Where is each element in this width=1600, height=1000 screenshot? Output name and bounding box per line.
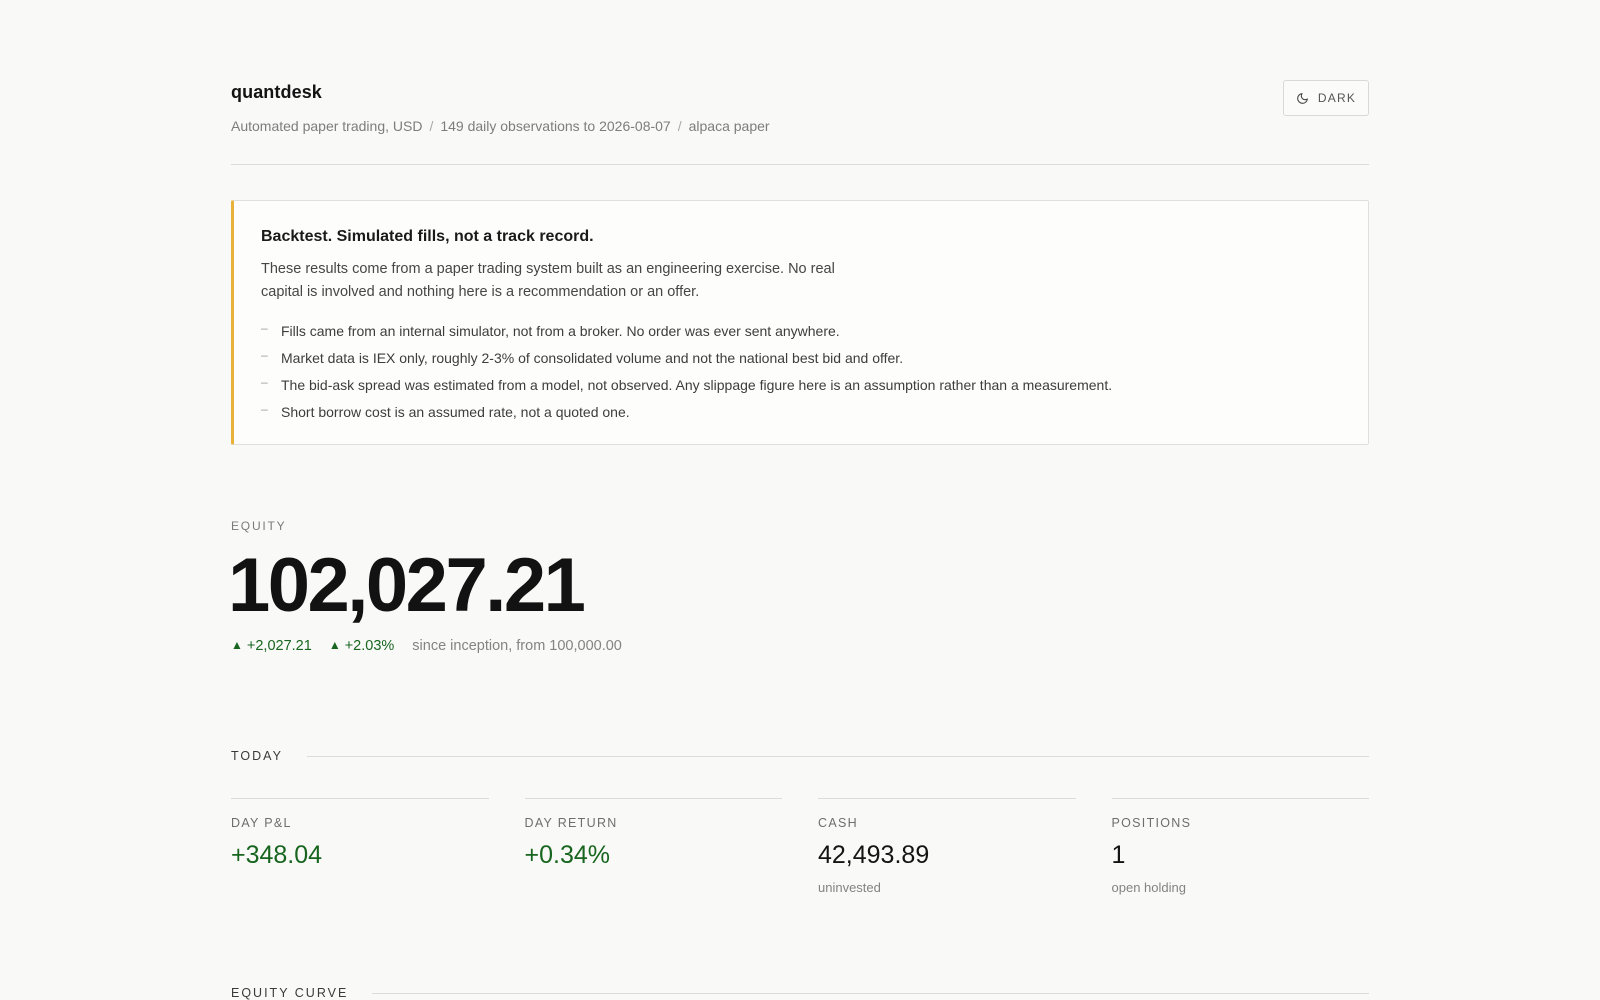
stat-sublabel: uninvested [818,880,881,895]
moon-icon [1296,92,1309,105]
stat-sublabel: open holding [1111,880,1186,895]
disclaimer-list: – Fills came from an internal simulator, … [261,318,1342,426]
disclaimer-item: – Fills came from an internal simulator, … [261,318,1342,345]
stat-day-pnl: DAY P&L +348.04 [231,798,489,895]
header-meta: Automated paper trading, USD / 149 daily o… [231,118,770,134]
meta-currency: Automated paper trading, USD [231,118,423,134]
today-section-header: TODAY [231,749,1369,763]
stat-label: DAY RETURN [524,816,618,830]
dark-mode-button[interactable]: DARK [1283,80,1369,116]
dash-bullet: – [261,348,268,362]
equity-label: EQUITY [231,519,287,533]
meta-account: alpaca paper [688,118,770,134]
dashboard-page: quantdesk Automated paper trading, USD / 1… [228,0,1369,1000]
disclaimer-item: – Market data is IEX only, roughly 2-3% o… [261,345,1342,372]
stat-value: +348.04 [231,841,323,869]
dash-bullet: – [261,321,268,335]
app-name: quantdesk [231,82,322,102]
up-arrow-icon: ▲ [231,638,243,652]
meta-separator: / [429,118,434,134]
equity-curve-section-header: EQUITY CURVE [231,986,1369,1000]
change-absolute: ▲ +2,027.21 [231,638,312,654]
disclaimer-title: Backtest. Simulated fills, not a track r… [261,228,594,245]
stat-value: 1 [1111,841,1126,869]
disclaimer-item: – Short borrow cost is an assumed rate, n… [261,399,1342,426]
stat-positions: POSITIONS 1 open holding [1111,798,1369,895]
meta-observations: 149 daily observations to 2026-08-07 [440,118,671,134]
equity-change: ▲ +2,027.21 ▲ +2.03% since inception, fr… [231,638,622,654]
change-percent: ▲ +2.03% [328,638,395,654]
stat-label: POSITIONS [1111,816,1192,830]
equity-value: 102,027.21 [228,543,586,628]
section-divider [372,992,1369,994]
stat-day-return: DAY RETURN +0.34% [524,798,782,895]
up-arrow-icon: ▲ [328,638,341,652]
dash-bullet: – [261,375,268,389]
stat-value: 42,493.89 [818,841,930,869]
meta-separator: / [677,118,682,134]
backtest-disclaimer: Backtest. Simulated fills, not a track r… [231,200,1369,445]
dash-bullet: – [261,402,268,416]
section-divider [306,755,1369,757]
stat-cash: CASH 42,493.89 uninvested [818,798,1076,895]
stat-label: DAY P&L [231,816,292,830]
section-title: EQUITY CURVE [231,986,349,1000]
disclaimer-body: These results come from a paper trading … [261,261,835,300]
dark-mode-label: DARK [1317,91,1357,105]
stat-label: CASH [818,816,858,830]
today-stats: DAY P&L +348.04 DAY RETURN +0.34% CASH 4… [231,798,1369,895]
page-header: quantdesk Automated paper trading, USD / 1… [231,78,1369,165]
disclaimer-item: – The bid-ask spread was estimated from a… [261,372,1342,399]
since-inception-note: since inception, from 100,000.00 [412,638,622,654]
section-title: TODAY [231,749,283,763]
stat-value: +0.34% [524,841,611,869]
